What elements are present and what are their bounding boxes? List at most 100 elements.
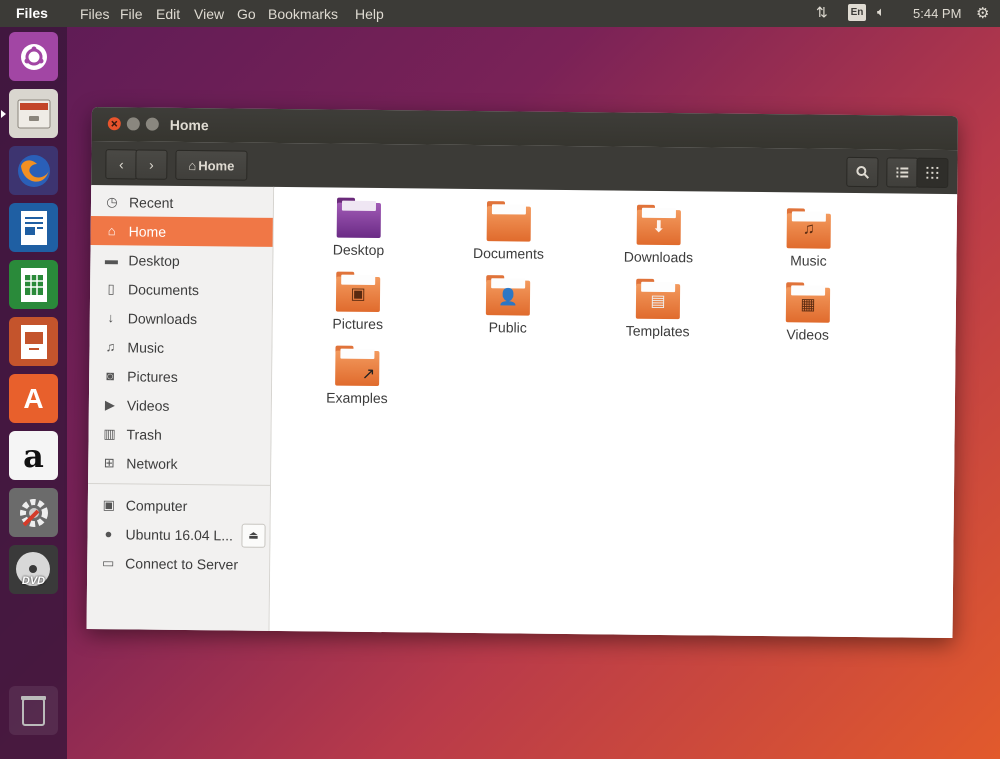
file-item-pictures[interactable]: ▣ Pictures xyxy=(303,271,414,332)
sidebar-item-label: Trash xyxy=(126,425,162,443)
sidebar-item-label: Network xyxy=(126,454,178,472)
file-item-videos[interactable]: ▦ Videos xyxy=(753,282,864,343)
system-settings-icon[interactable] xyxy=(9,488,58,537)
sidebar-item-computer[interactable]: ▣ Computer xyxy=(88,490,270,521)
wrench-gear-icon xyxy=(19,498,48,527)
places-sidebar: ◷ Recent ⌂ Home ▬ Desktop ▯ Documents ↓ Downl… xyxy=(86,184,275,631)
documents-folder-icon xyxy=(486,201,531,242)
file-view: Desktop Documents ⬇ Downloads ♫ Music ▣ … xyxy=(269,186,958,639)
disc-icon: ● xyxy=(104,526,113,542)
libreoffice-calc-icon[interactable] xyxy=(9,260,58,309)
sidebar-item-downloads[interactable]: ↓ Downloads xyxy=(90,303,272,334)
sidebar-item-label: Desktop xyxy=(128,251,180,269)
sidebar-item-network[interactable]: ⊞ Network xyxy=(88,448,270,479)
calc-spreadsheet-icon xyxy=(20,267,47,302)
sidebar-item-pictures[interactable]: ◙ Pictures xyxy=(89,361,271,392)
sidebar-item-trash[interactable]: ▥ Trash xyxy=(88,419,270,450)
file-item-documents[interactable]: Documents xyxy=(453,201,564,262)
sidebar-item-label: Downloads xyxy=(127,309,198,327)
chevron-left-icon: ‹ xyxy=(118,156,124,173)
menu-edit[interactable]: Edit xyxy=(156,6,180,22)
pictures-folder-icon: ▣ xyxy=(335,271,381,313)
file-item-examples[interactable]: ↗ Examples xyxy=(302,345,413,406)
sidebar-item-videos[interactable]: ▶ Videos xyxy=(89,390,271,421)
settings-gear-icon[interactable]: ⚙ xyxy=(976,4,989,22)
file-item-templates[interactable]: ▤ Templates xyxy=(603,278,714,339)
file-item-downloads[interactable]: ⬇ Downloads xyxy=(603,204,714,265)
file-item-desktop[interactable]: Desktop xyxy=(303,197,414,258)
sidebar-item-label: Home xyxy=(128,222,167,240)
launcher: A a DVD xyxy=(0,27,67,759)
ubuntu-software-icon[interactable]: A xyxy=(9,374,58,423)
home-icon: ⌂ xyxy=(188,157,197,173)
server-icon: ▭ xyxy=(101,554,115,570)
file-item-label: Public xyxy=(488,319,527,336)
firefox-icon[interactable] xyxy=(9,146,58,195)
top-panel: Files Files File Edit View Go Bookmarks … xyxy=(0,0,1000,27)
libreoffice-writer-icon[interactable] xyxy=(9,203,58,252)
file-item-label: Pictures xyxy=(332,315,384,333)
file-item-label: Desktop xyxy=(332,241,385,259)
video-icon: ▶ xyxy=(104,396,115,412)
list-view-button[interactable] xyxy=(886,157,919,188)
file-item-label: Examples xyxy=(326,389,388,407)
public-folder-icon: 👤 xyxy=(485,275,531,316)
path-home-label: Home xyxy=(198,157,235,173)
trash-can-icon xyxy=(21,696,46,726)
impress-presentation-icon xyxy=(20,324,47,359)
chevron-right-icon: › xyxy=(148,156,154,173)
dvd-icon[interactable]: DVD xyxy=(9,545,58,594)
sidebar-item-recent[interactable]: ◷ Recent xyxy=(91,187,273,218)
file-item-public[interactable]: 👤 Public xyxy=(453,275,564,336)
grid-view-button[interactable] xyxy=(916,157,949,188)
amazon-icon[interactable]: a xyxy=(9,431,58,480)
sidebar-item-connect-to-server[interactable]: ▭ Connect to Server xyxy=(87,548,269,579)
keyboard-layout-indicator[interactable]: En xyxy=(848,4,866,21)
sidebar-item-label: Ubuntu 16.04 L... xyxy=(125,525,234,543)
active-app-name: Files xyxy=(16,5,48,21)
search-icon xyxy=(856,166,870,179)
sidebar-item-home[interactable]: ⌂ Home xyxy=(90,215,273,247)
menu-view[interactable]: View xyxy=(194,6,224,22)
menu-bookmarks[interactable]: Bookmarks xyxy=(268,6,338,22)
minimize-window-button[interactable] xyxy=(126,117,140,131)
ubuntu-logo-icon xyxy=(20,43,47,70)
menu-help[interactable]: Help xyxy=(355,6,384,22)
menu-file[interactable]: File xyxy=(120,6,143,22)
trash-icon: ▥ xyxy=(103,425,116,441)
sidebar-item-ubuntu-disc[interactable]: ● Ubuntu 16.04 L... ⏏ xyxy=(87,519,269,550)
eject-button[interactable]: ⏏ xyxy=(241,523,266,548)
downloads-folder-icon: ⬇ xyxy=(636,204,681,246)
sidebar-item-documents[interactable]: ▯ Documents xyxy=(90,274,272,305)
sidebar-item-label: Videos xyxy=(126,396,170,414)
launcher-trash-icon[interactable] xyxy=(9,686,58,735)
file-item-music[interactable]: ♫ Music xyxy=(753,208,864,269)
eject-icon: ⏏ xyxy=(248,529,259,542)
clock-icon: ◷ xyxy=(106,193,118,209)
search-button[interactable] xyxy=(846,156,879,188)
path-home-button[interactable]: ⌂ Home xyxy=(175,149,248,181)
sidebar-item-music[interactable]: ♫ Music xyxy=(89,332,271,363)
sidebar-item-label: Documents xyxy=(128,280,199,298)
back-button[interactable]: ‹ xyxy=(105,149,138,180)
menu-go[interactable]: Go xyxy=(237,6,256,22)
network-arrows-icon[interactable]: ⇅ xyxy=(816,4,828,21)
libreoffice-impress-icon[interactable] xyxy=(9,317,58,366)
file-item-label: Downloads xyxy=(623,248,694,266)
maximize-window-button[interactable] xyxy=(145,117,159,131)
menu-files[interactable]: Files xyxy=(80,6,110,22)
clock[interactable]: 5:44 PM xyxy=(913,6,961,21)
sidebar-item-desktop[interactable]: ▬ Desktop xyxy=(90,245,272,276)
file-item-label: Templates xyxy=(625,322,690,340)
close-icon xyxy=(111,120,118,127)
sidebar-item-label: Computer xyxy=(125,496,188,514)
network-icon: ⊞ xyxy=(103,454,115,470)
grid-view-icon xyxy=(926,166,939,179)
close-window-button[interactable] xyxy=(107,117,121,131)
forward-button[interactable]: › xyxy=(135,149,168,180)
home-icon: ⌂ xyxy=(107,223,116,239)
volume-icon[interactable]: 🔈︎ xyxy=(877,4,885,20)
music-folder-icon: ♫ xyxy=(786,208,831,249)
files-app-icon[interactable] xyxy=(1,89,58,138)
ubuntu-dash-icon[interactable] xyxy=(9,32,58,81)
